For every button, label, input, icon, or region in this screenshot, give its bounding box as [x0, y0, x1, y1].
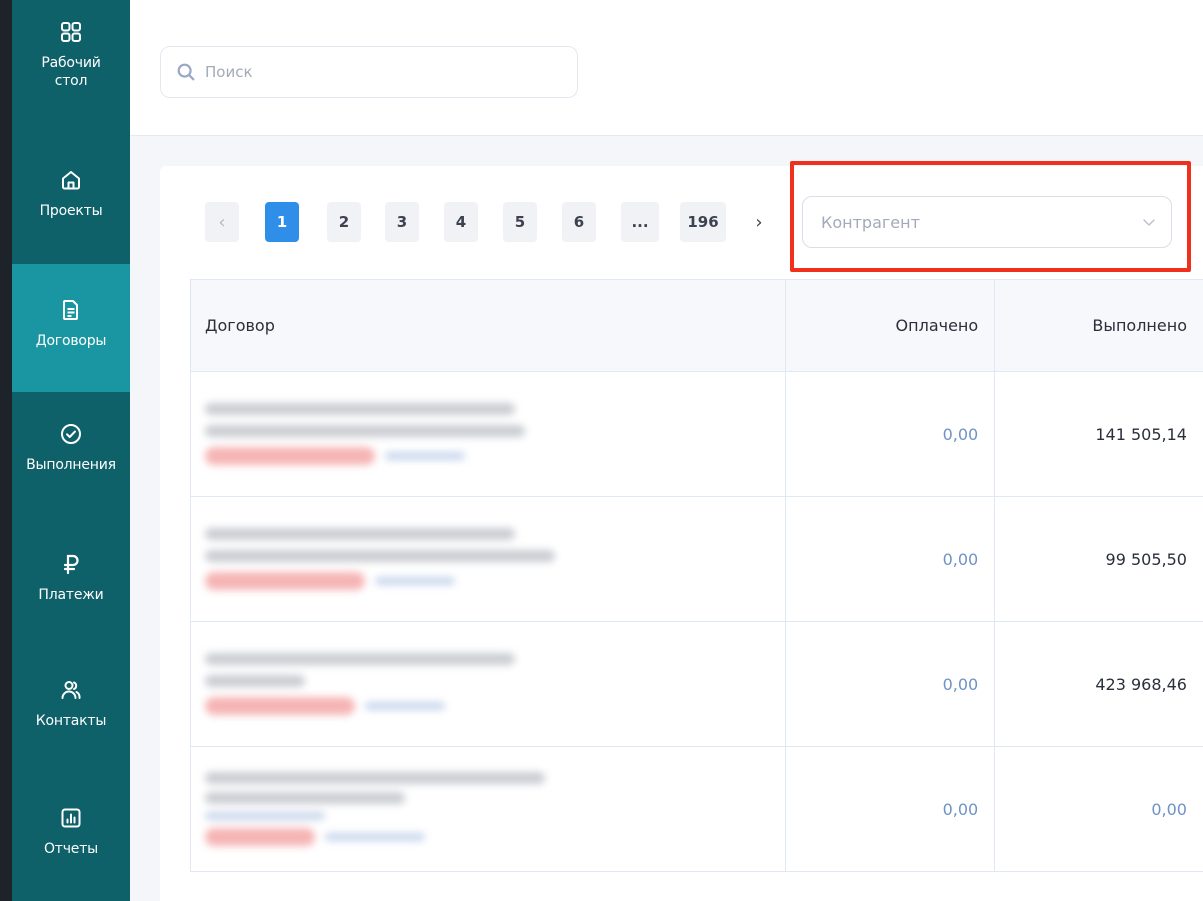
contract-info-redacted	[205, 772, 545, 846]
column-header-paid[interactable]: Оплачено	[786, 280, 996, 371]
pagination-page-1[interactable]: 1	[265, 202, 299, 242]
users-icon	[59, 678, 83, 702]
ruble-icon	[59, 552, 83, 576]
sidebar-item-label: Договоры	[35, 333, 107, 349]
paid-value: 0,00	[942, 799, 979, 819]
counterparty-select[interactable]: Контрагент	[802, 196, 1172, 248]
pagination-page-2[interactable]: 2	[327, 202, 361, 242]
sidebar: Рабочий стол Проекты Договоры Выполнения…	[12, 0, 130, 901]
paid-value: 0,00	[942, 424, 979, 444]
table-row[interactable]: 0,00 99 505,50	[191, 497, 1203, 622]
check-circle-icon	[59, 422, 83, 446]
contract-cell	[191, 497, 787, 621]
home-icon	[59, 168, 83, 192]
search-icon	[175, 61, 197, 83]
sidebar-item-label: Отчеты	[43, 841, 99, 857]
completed-cell: 423 968,46	[995, 622, 1203, 746]
sidebar-item-contracts[interactable]: Договоры	[12, 264, 130, 392]
contracts-panel: ‹ 1 2 3 4 5 6 ... 196 › Контрагент Догов…	[160, 166, 1203, 901]
top-bar	[130, 0, 1203, 136]
sidebar-item-projects[interactable]: Проекты	[12, 136, 130, 264]
sidebar-item-label: Контакты	[35, 713, 107, 729]
completed-cell: 141 505,14	[995, 372, 1203, 496]
counterparty-select-value: Контрагент	[821, 212, 920, 232]
sidebar-item-reports[interactable]: Отчеты	[12, 776, 130, 901]
sidebar-item-completions[interactable]: Выполнения	[12, 392, 130, 520]
sidebar-item-label: Проекты	[39, 203, 103, 219]
pagination-page-3[interactable]: 3	[385, 202, 419, 242]
chevron-down-icon	[1141, 214, 1157, 230]
table-row[interactable]: 0,00 0,00	[191, 747, 1203, 872]
completed-value: 0,00	[1151, 799, 1187, 819]
column-header-contract[interactable]: Договор	[191, 280, 787, 371]
sidebar-item-payments[interactable]: Платежи	[12, 520, 130, 648]
paid-value: 0,00	[942, 549, 979, 569]
sidebar-item-label: Рабочий стол	[41, 55, 101, 89]
paid-cell: 0,00	[786, 747, 996, 871]
contract-info-redacted	[205, 653, 515, 715]
contracts-table: Договор Оплачено Выполнено 0,00 141 505,…	[190, 279, 1203, 872]
pagination-next-button[interactable]: ›	[742, 202, 776, 242]
completed-cell: 0,00	[995, 747, 1203, 871]
contract-cell	[191, 747, 787, 871]
dashboard-grid-icon	[59, 20, 83, 44]
pagination-page-5[interactable]: 5	[503, 202, 537, 242]
pagination-prev-button[interactable]: ‹	[205, 202, 239, 242]
sidebar-item-label: Платежи	[38, 587, 104, 603]
paid-cell: 0,00	[786, 497, 996, 621]
completed-value: 423 968,46	[1095, 674, 1187, 694]
contract-info-redacted	[205, 403, 525, 465]
table-header-row: Договор Оплачено Выполнено	[191, 280, 1203, 372]
completed-cell: 99 505,50	[995, 497, 1203, 621]
pagination-page-6[interactable]: 6	[562, 202, 596, 242]
sidebar-item-contacts[interactable]: Контакты	[12, 648, 130, 776]
app: Рабочий стол Проекты Договоры Выполнения…	[0, 0, 1203, 901]
search-box[interactable]	[160, 46, 578, 98]
completed-value: 99 505,50	[1105, 549, 1187, 569]
paid-value: 0,00	[942, 674, 979, 694]
table-row[interactable]: 0,00 423 968,46	[191, 622, 1203, 747]
search-input[interactable]	[205, 63, 565, 81]
paid-cell: 0,00	[786, 372, 996, 496]
column-header-completed[interactable]: Выполнено	[995, 280, 1203, 371]
paid-cell: 0,00	[786, 622, 996, 746]
document-icon	[59, 298, 83, 322]
contract-info-redacted	[205, 528, 555, 590]
contract-cell	[191, 622, 787, 746]
window-edge	[0, 0, 12, 901]
pagination-page-4[interactable]: 4	[444, 202, 478, 242]
pagination-page-196[interactable]: 196	[680, 202, 726, 242]
contract-cell	[191, 372, 787, 496]
sidebar-item-label: Выполнения	[26, 457, 116, 473]
bar-chart-icon	[59, 806, 83, 830]
sidebar-item-dashboard[interactable]: Рабочий стол	[12, 10, 130, 130]
pagination-ellipsis[interactable]: ...	[621, 202, 659, 242]
completed-value: 141 505,14	[1095, 424, 1187, 444]
table-row[interactable]: 0,00 141 505,14	[191, 372, 1203, 497]
